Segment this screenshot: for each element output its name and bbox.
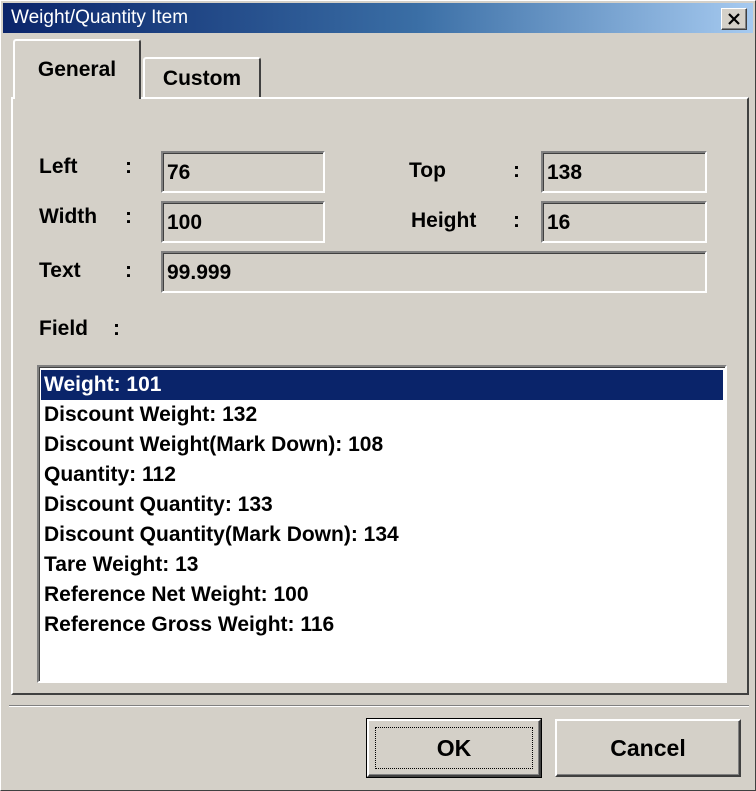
list-item[interactable]: Tare Weight: 13 [41,550,723,580]
cancel-button[interactable]: Cancel [555,719,741,777]
list-item[interactable]: Discount Quantity: 133 [41,490,723,520]
dialog-window: Weight/Quantity Item General Custom Left… [0,0,756,791]
list-item-selected[interactable]: Weight: 101 [41,370,723,400]
title-bar[interactable]: Weight/Quantity Item [3,3,753,33]
text-colon: : [125,259,132,282]
tab-general-label: General [37,58,117,81]
left-label: Left [39,155,78,178]
field-colon: : [113,317,120,340]
tab-custom[interactable]: Custom [143,57,261,99]
list-item[interactable]: Discount Quantity(Mark Down): 134 [41,520,723,550]
window-title: Weight/Quantity Item [11,7,189,28]
field-listbox[interactable]: Weight: 101 Discount Weight: 132 Discoun… [37,365,727,683]
top-colon: : [513,159,520,182]
top-field[interactable]: 138 [541,151,707,193]
list-item[interactable]: Reference Gross Weight: 116 [41,610,723,640]
text-field[interactable]: 99.999 [161,251,707,293]
footer-divider-highlight [9,706,749,707]
cancel-button-label: Cancel [610,734,686,761]
close-button[interactable] [721,8,747,30]
ok-button-label: OK [436,734,472,761]
left-colon: : [125,155,132,178]
height-field[interactable]: 16 [541,201,707,243]
close-icon [728,13,740,25]
list-item[interactable]: Reference Net Weight: 100 [41,580,723,610]
text-label: Text [39,259,81,282]
width-colon: : [125,205,132,228]
height-colon: : [513,209,520,232]
height-label: Height [411,209,477,232]
tab-general[interactable]: General [13,39,141,99]
list-item[interactable]: Quantity: 112 [41,460,723,490]
list-item[interactable]: Discount Weight(Mark Down): 108 [41,430,723,460]
width-label: Width [39,205,98,228]
tab-custom-label: Custom [162,67,242,90]
ok-button[interactable]: OK [366,718,542,778]
width-field[interactable]: 100 [161,201,325,243]
field-label: Field [39,317,89,340]
list-item[interactable]: Discount Weight: 132 [41,400,723,430]
top-label: Top [409,159,446,182]
left-field[interactable]: 76 [161,151,325,193]
